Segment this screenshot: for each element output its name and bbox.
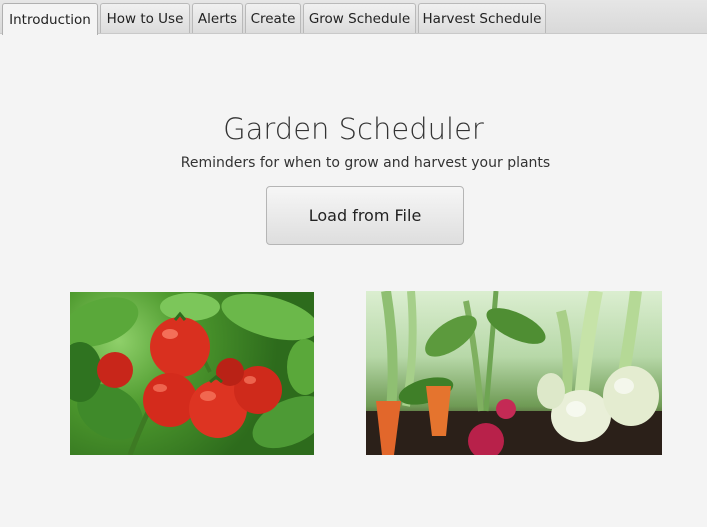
tab-bar: Introduction How to Use Alerts Create Gr… [0,0,707,35]
tomatoes-photo [70,292,314,455]
page-subtitle: Reminders for when to grow and harvest y… [180,155,551,171]
tab-harvest-schedule[interactable]: Harvest Schedule [418,3,546,33]
tab-grow-schedule[interactable]: Grow Schedule [303,3,416,33]
tab-create[interactable]: Create [245,3,301,33]
vegetables-illustration [366,291,662,455]
tomatoes-illustration [70,293,314,455]
tab-alerts[interactable]: Alerts [192,3,243,33]
tab-harvest-schedule-label: Harvest Schedule [422,10,542,27]
load-from-file-label: Load from File [308,206,422,225]
page-title: Garden Scheduler [223,112,484,146]
tab-grow-schedule-label: Grow Schedule [308,10,411,27]
tab-how-to-use-label: How to Use [106,10,184,27]
tab-how-to-use[interactable]: How to Use [100,3,190,33]
load-from-file-button[interactable]: Load from File [266,186,464,245]
tab-create-label: Create [250,10,296,27]
vegetables-photo [366,291,662,455]
tab-introduction[interactable]: Introduction [2,3,98,35]
tab-introduction-label: Introduction [9,11,91,28]
tab-alerts-label: Alerts [197,10,238,27]
